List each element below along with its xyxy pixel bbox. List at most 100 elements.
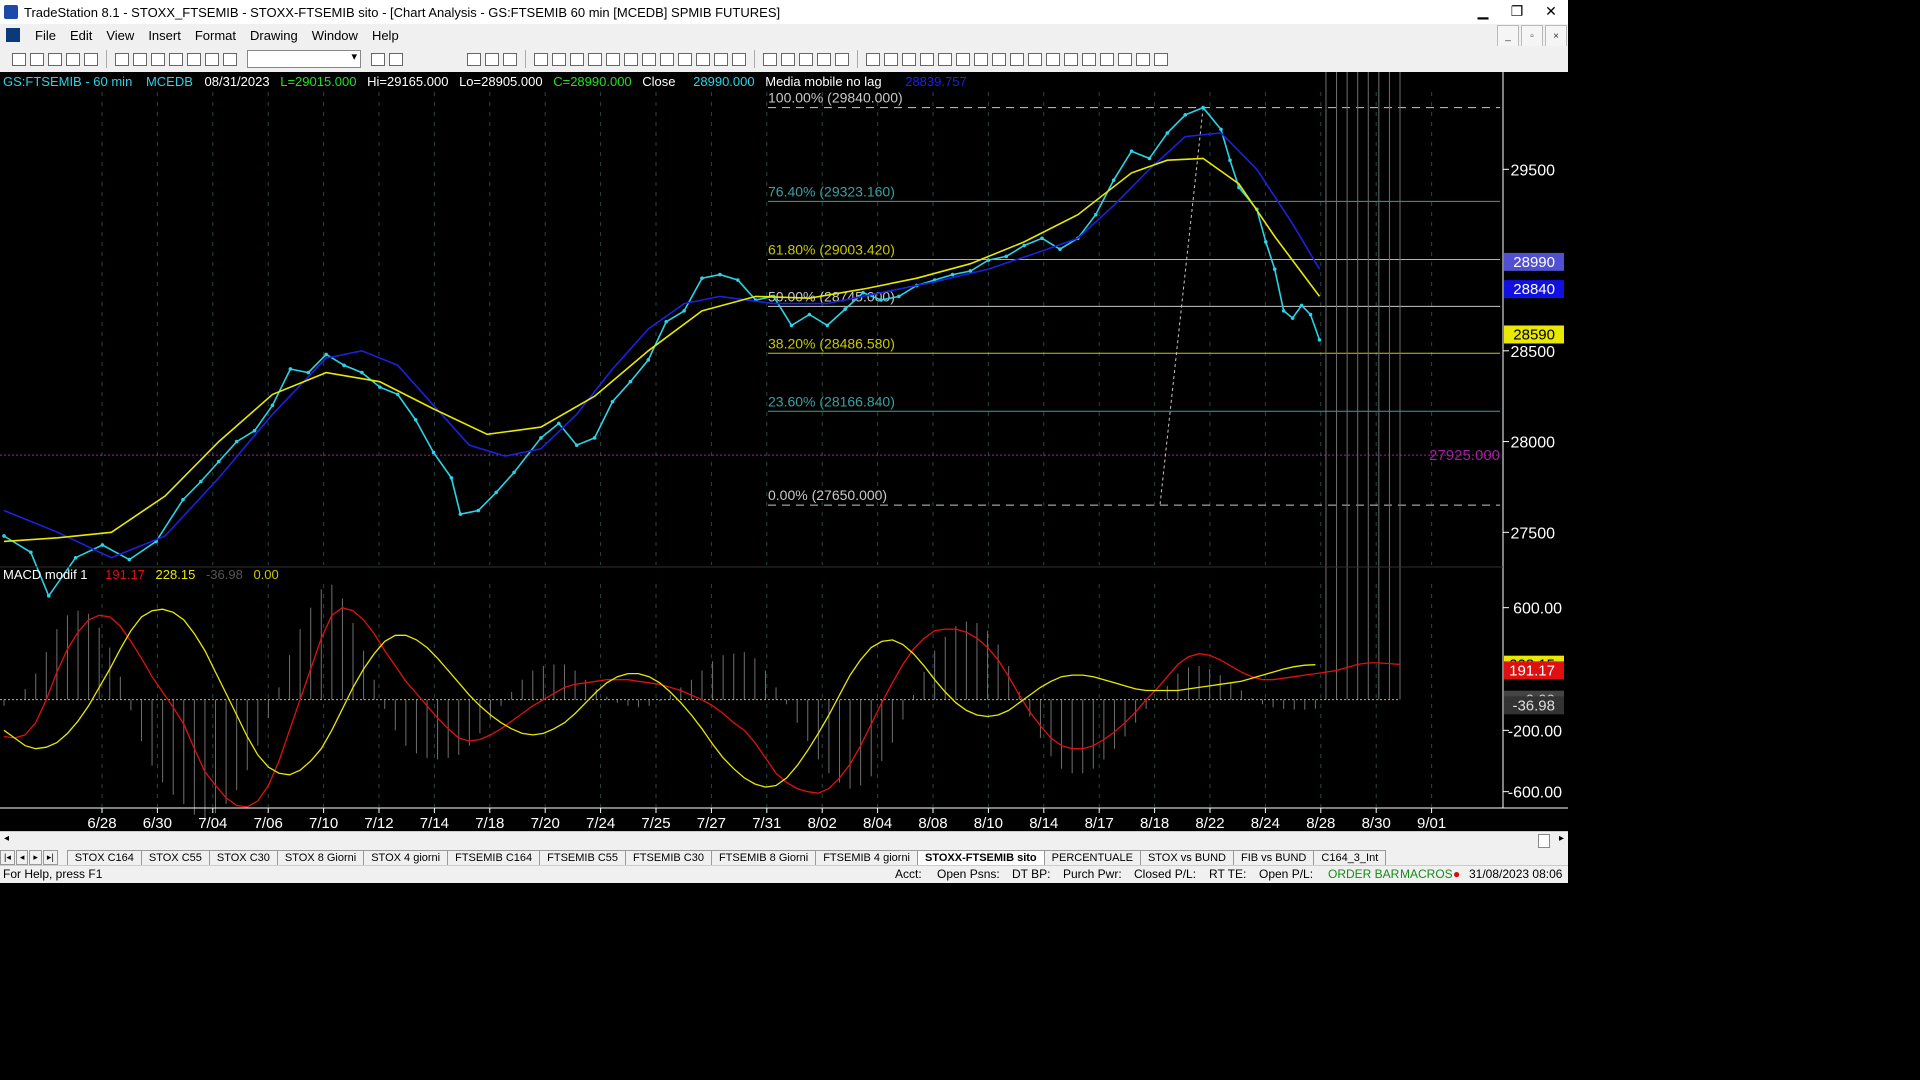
vertical-lines-icon[interactable] xyxy=(884,52,898,66)
window-icon[interactable] xyxy=(151,52,165,66)
workspace-tab[interactable]: FTSEMIB 8 Giorni xyxy=(710,850,817,865)
chart-canvas[interactable]: 100.00% (29840.000) 76.40% (29323.160) 61.… xyxy=(0,72,1568,832)
doc-restore-button[interactable]: ▫ xyxy=(1521,25,1543,47)
price-point xyxy=(610,399,615,404)
x-tick-label: 7/31 xyxy=(752,815,781,830)
tab-last-button[interactable]: ▸| xyxy=(42,850,58,865)
data-icon[interactable] xyxy=(588,52,602,66)
arc-icon[interactable] xyxy=(1028,52,1042,66)
cursor-icon[interactable] xyxy=(781,52,795,66)
matrix-icon[interactable] xyxy=(624,52,638,66)
grid-icon[interactable] xyxy=(503,52,517,66)
pencil-icon[interactable] xyxy=(1046,52,1060,66)
menu-help[interactable]: Help xyxy=(365,28,406,43)
down-arrow-icon[interactable] xyxy=(1082,52,1096,66)
doc-close-button[interactable]: × xyxy=(1545,25,1567,47)
strategy-icon[interactable] xyxy=(552,52,566,66)
shapes-icon[interactable] xyxy=(223,52,237,66)
menu-drawing[interactable]: Drawing xyxy=(243,28,305,43)
speed-lines-icon[interactable] xyxy=(956,52,970,66)
order-bar-button[interactable]: ORDER BAR xyxy=(1328,867,1399,881)
horizontal-scrollbar[interactable]: ◂ ▸ xyxy=(0,831,1568,849)
horizontal-lines-icon[interactable] xyxy=(902,52,916,66)
line-icon[interactable] xyxy=(1064,52,1078,66)
bar-chart-icon[interactable] xyxy=(467,52,481,66)
menu-format[interactable]: Format xyxy=(188,28,243,43)
menu-window[interactable]: Window xyxy=(305,28,365,43)
workspace-tab[interactable]: FTSEMIB C30 xyxy=(625,850,712,865)
tile-icon[interactable] xyxy=(169,52,183,66)
menu-edit[interactable]: Edit xyxy=(63,28,99,43)
expand-icon[interactable] xyxy=(678,52,692,66)
radar-icon[interactable] xyxy=(606,52,620,66)
channel-icon[interactable] xyxy=(1010,52,1024,66)
tab-prev-button[interactable]: ◂ xyxy=(15,850,29,865)
new-icon[interactable] xyxy=(12,52,26,66)
chart-window-icon[interactable] xyxy=(817,52,831,66)
fib-icon[interactable] xyxy=(920,52,934,66)
workspace-tab[interactable]: STOX C55 xyxy=(140,850,210,865)
macros-button[interactable]: MACROS xyxy=(1400,867,1453,881)
workspace-tab[interactable]: STOXX-FTSEMIB sito xyxy=(917,850,1045,865)
copy-icon[interactable] xyxy=(66,52,80,66)
save-icon[interactable] xyxy=(48,52,62,66)
lock-icon[interactable] xyxy=(187,52,201,66)
compress-icon[interactable] xyxy=(696,52,710,66)
zoom-in-icon[interactable] xyxy=(714,52,728,66)
extend-icon[interactable] xyxy=(992,52,1006,66)
curve-icon[interactable] xyxy=(938,52,952,66)
workspace-tab[interactable]: STOX 8 Giorni xyxy=(276,850,365,865)
tab-first-button[interactable]: |◂ xyxy=(0,850,15,865)
y-tick-label: 28000 xyxy=(1511,435,1556,452)
doc-minimize-button[interactable]: _ xyxy=(1497,25,1519,47)
paste-icon[interactable] xyxy=(84,52,98,66)
scroll-left-icon[interactable]: ◂ xyxy=(4,833,9,844)
trendline-icon[interactable] xyxy=(866,52,880,66)
fib-level-label: 23.60% (28166.840) xyxy=(768,393,895,409)
scroll-thumb[interactable] xyxy=(1538,834,1550,848)
pointer-icon[interactable] xyxy=(763,52,777,66)
minimize-button[interactable]: ▁ xyxy=(1466,0,1500,22)
close-button[interactable]: ✕ xyxy=(1534,0,1568,22)
open-icon[interactable] xyxy=(30,52,44,66)
workspace-tab[interactable]: FTSEMIB C55 xyxy=(539,850,627,865)
format-icon[interactable] xyxy=(570,52,584,66)
header-low: Lo=28905.000 xyxy=(459,74,543,89)
tab-next-button[interactable]: ▸ xyxy=(29,850,42,865)
workspace-tab[interactable]: FTSEMIB 4 giorni xyxy=(815,850,919,865)
workspace-tab[interactable]: STOX 4 giorni xyxy=(363,850,449,865)
workspace-tab[interactable]: STOX vs BUND xyxy=(1139,850,1234,865)
workspace-tab[interactable]: FTSEMIB C164 xyxy=(447,850,541,865)
chart-analysis-window[interactable]: 100.00% (29840.000) 76.40% (29323.160) 61.… xyxy=(0,72,1568,832)
menu-file[interactable]: File xyxy=(28,28,63,43)
workspace-tab[interactable]: PERCENTUALE xyxy=(1043,850,1141,865)
symbol-combo[interactable] xyxy=(247,50,361,68)
print-preview-icon[interactable] xyxy=(133,52,147,66)
brush-icon[interactable] xyxy=(205,52,219,66)
maximize-button[interactable]: ❐ xyxy=(1500,0,1534,22)
workspace-tab[interactable]: C164_3_Int xyxy=(1313,850,1387,865)
ellipse-icon[interactable] xyxy=(1118,52,1132,66)
bars-icon[interactable] xyxy=(660,52,674,66)
menu-view[interactable]: View xyxy=(99,28,141,43)
workspace-tab[interactable]: STOX C30 xyxy=(208,850,278,865)
scanner-icon[interactable] xyxy=(642,52,656,66)
indicator-icon[interactable] xyxy=(534,52,548,66)
zoom-out-icon[interactable] xyxy=(732,52,746,66)
note-icon[interactable] xyxy=(835,52,849,66)
document-icon[interactable] xyxy=(6,28,20,42)
angle-icon[interactable] xyxy=(974,52,988,66)
hammer-icon[interactable] xyxy=(799,52,813,66)
menu-insert[interactable]: Insert xyxy=(141,28,188,43)
workspace-tab[interactable]: FIB vs BUND xyxy=(1232,850,1315,865)
rectangle-icon[interactable] xyxy=(1136,52,1150,66)
arrow-icon[interactable] xyxy=(371,52,385,66)
find-icon[interactable] xyxy=(389,52,403,66)
candle-icon[interactable] xyxy=(485,52,499,66)
up-arrow-icon[interactable] xyxy=(1100,52,1114,66)
text-icon[interactable] xyxy=(1154,52,1168,66)
scroll-right-icon[interactable]: ▸ xyxy=(1559,833,1564,844)
workspace-tab[interactable]: STOX C164 xyxy=(66,850,142,865)
price-point xyxy=(1263,240,1268,244)
print-icon[interactable] xyxy=(115,52,129,66)
